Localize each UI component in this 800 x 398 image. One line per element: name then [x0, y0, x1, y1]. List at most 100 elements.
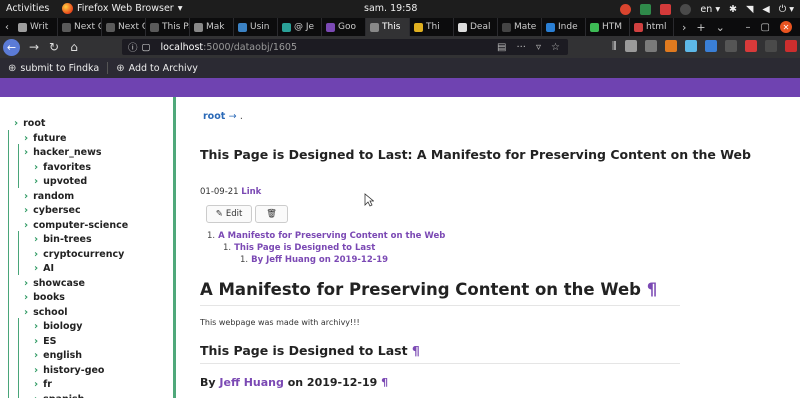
- sidebar-item-bin-trees[interactable]: › bin-trees: [34, 234, 92, 245]
- chevron-right-icon[interactable]: ›: [34, 350, 38, 361]
- heading-anchor[interactable]: ¶: [381, 376, 388, 389]
- heading-anchor[interactable]: ¶: [412, 343, 420, 358]
- sidebar-item-hacker-news[interactable]: › hacker_news: [24, 147, 102, 158]
- account-icon[interactable]: [644, 40, 657, 52]
- sidebar-item-ai[interactable]: › AI: [34, 263, 54, 274]
- delete-button[interactable]: 🗑: [255, 205, 288, 223]
- sidebar-item-root[interactable]: › root: [14, 118, 45, 129]
- breadcrumb-root-link[interactable]: root: [203, 111, 225, 122]
- chevron-right-icon[interactable]: ›: [34, 336, 38, 347]
- forward-button[interactable]: →: [24, 40, 44, 54]
- sidebar-icon[interactable]: [624, 40, 637, 52]
- chevron-right-icon[interactable]: ›: [34, 263, 38, 274]
- chevron-right-icon[interactable]: ›: [34, 176, 38, 187]
- close-button[interactable]: ✕: [780, 21, 792, 33]
- url-text[interactable]: localhost:5000/dataobj/1605: [161, 42, 298, 53]
- browser-tab[interactable]: This: [366, 18, 410, 36]
- sidebar-item-school[interactable]: › school: [24, 307, 67, 318]
- author-link[interactable]: Jeff Huang: [219, 376, 283, 389]
- browser-tab[interactable]: html: [630, 18, 674, 36]
- chevron-right-icon[interactable]: ›: [34, 365, 38, 376]
- address-bar[interactable]: ⓘ ▢ localhost:5000/dataobj/1605 ▤ ··· ▿ …: [122, 39, 568, 55]
- bookmark-submit-to-findka[interactable]: ⊕ submit to Findka: [0, 63, 107, 74]
- chevron-right-icon[interactable]: ›: [24, 205, 28, 216]
- more-actions-icon[interactable]: ···: [516, 42, 526, 53]
- page-info-icon[interactable]: ⓘ: [128, 40, 138, 54]
- reader-view-icon[interactable]: ▤: [497, 42, 506, 53]
- browser-tab[interactable]: Inde: [542, 18, 586, 36]
- chevron-right-icon[interactable]: ›: [34, 321, 38, 332]
- new-tab-button[interactable]: +: [696, 21, 705, 34]
- browser-tab[interactable]: @ Je: [278, 18, 322, 36]
- browser-tab[interactable]: Next Ge: [102, 18, 146, 36]
- extension-dark-icon[interactable]: [764, 40, 777, 52]
- sidebar-item-fr[interactable]: › fr: [34, 379, 52, 390]
- chevron-right-icon[interactable]: ›: [24, 307, 28, 318]
- chevron-right-icon[interactable]: ›: [14, 118, 18, 129]
- record-icon[interactable]: [620, 3, 632, 15]
- sidebar-item-future[interactable]: › future: [24, 133, 66, 144]
- toc-item[interactable]: 1. By Jeff Huang on 2019-12-19: [240, 255, 388, 265]
- back-button[interactable]: ←: [3, 38, 20, 56]
- sidebar-item-history-geo[interactable]: › history-geo: [34, 365, 104, 376]
- browser-tab[interactable]: This Pag: [146, 18, 190, 36]
- browser-tab[interactable]: Next Ge: [58, 18, 102, 36]
- activities-button[interactable]: Activities: [6, 3, 49, 14]
- extension-gray-icon[interactable]: [724, 40, 737, 52]
- sidebar-item-biology[interactable]: › biology: [34, 321, 82, 332]
- browser-tab[interactable]: Usin: [234, 18, 278, 36]
- browser-tab[interactable]: Deal: [454, 18, 498, 36]
- sidebar-item-cryptocurrency[interactable]: › cryptocurrency: [34, 249, 124, 260]
- home-button[interactable]: ⌂: [64, 40, 84, 54]
- chevron-right-icon[interactable]: ›: [24, 133, 28, 144]
- browser-tab[interactable]: Goo: [322, 18, 366, 36]
- sidebar-item-english[interactable]: › english: [34, 350, 82, 361]
- language-indicator[interactable]: en ▾: [700, 4, 720, 15]
- github-icon[interactable]: [680, 3, 692, 15]
- accessibility-icon[interactable]: ✱: [729, 4, 737, 15]
- scroll-tabs-left-icon[interactable]: ‹: [0, 18, 14, 36]
- chevron-right-icon[interactable]: ›: [24, 147, 28, 158]
- extension-fox-icon[interactable]: [664, 40, 677, 52]
- browser-tab[interactable]: Writ: [14, 18, 58, 36]
- browser-tab[interactable]: Thi: [410, 18, 454, 36]
- chevron-right-icon[interactable]: ›: [34, 234, 38, 245]
- chevron-right-icon[interactable]: ›: [34, 379, 38, 390]
- extension-puzzle-icon[interactable]: [704, 40, 717, 52]
- toc-item[interactable]: 1. This Page is Designed to Last: [223, 243, 375, 253]
- bookmark-add-to-archivy[interactable]: ⊕ Add to Archivy: [108, 63, 206, 74]
- library-icon[interactable]: ⫼: [612, 41, 617, 52]
- extension-red-icon[interactable]: [744, 40, 757, 52]
- power-icon[interactable]: ⏻ ▾: [779, 4, 794, 15]
- bookmark-star-icon[interactable]: ☆: [551, 42, 560, 53]
- extension-blue-icon[interactable]: [684, 40, 697, 52]
- browser-tab[interactable]: Mak: [190, 18, 234, 36]
- chevron-right-icon[interactable]: ›: [24, 220, 28, 231]
- sidebar-item-cybersec[interactable]: › cybersec: [24, 205, 81, 216]
- sidebar-item-upvoted[interactable]: › upvoted: [34, 176, 87, 187]
- volume-icon[interactable]: ◀: [762, 4, 769, 15]
- wifi-icon[interactable]: ◥: [746, 4, 753, 15]
- toc-item[interactable]: 1. A Manifesto for Preserving Content on …: [207, 231, 445, 241]
- sidebar-item-random[interactable]: › random: [24, 191, 74, 202]
- minimize-button[interactable]: –: [746, 22, 751, 33]
- sidebar-item-es[interactable]: › ES: [34, 336, 56, 347]
- sidebar-item-computer-science[interactable]: › computer-science: [24, 220, 128, 231]
- heading-anchor[interactable]: ¶: [647, 280, 658, 299]
- edit-button[interactable]: ✎ Edit: [206, 205, 252, 223]
- app-menu[interactable]: Firefox Web Browser ▾: [62, 3, 182, 14]
- sidebar-item-favorites[interactable]: › favorites: [34, 162, 91, 173]
- shield-icon[interactable]: [640, 3, 652, 15]
- source-link[interactable]: Link: [241, 187, 261, 197]
- scroll-tabs-right-icon[interactable]: ›: [682, 21, 686, 34]
- maximize-button[interactable]: ▢: [761, 22, 770, 33]
- chevron-right-icon[interactable]: ›: [24, 191, 28, 202]
- chevron-right-icon[interactable]: ›: [34, 162, 38, 173]
- chevron-right-icon[interactable]: ›: [34, 249, 38, 260]
- extension-red2-icon[interactable]: [784, 40, 797, 52]
- reload-button[interactable]: ↻: [44, 40, 64, 54]
- browser-tab[interactable]: HTM: [586, 18, 630, 36]
- discord-icon[interactable]: [660, 3, 672, 15]
- clock[interactable]: sam. 19:58: [364, 3, 417, 14]
- sidebar-item-spanish[interactable]: › spanish: [34, 394, 84, 398]
